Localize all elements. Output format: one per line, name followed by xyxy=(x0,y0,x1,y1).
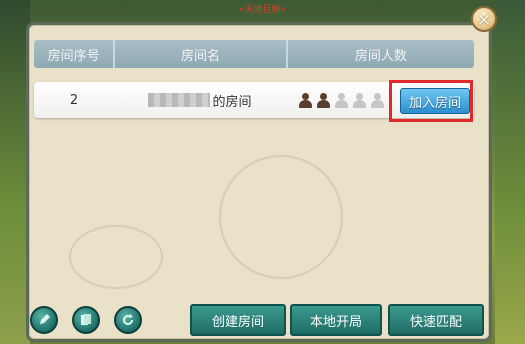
create-room-button[interactable]: 创建房间 xyxy=(190,304,286,336)
table-header: 房间序号 房间名 房间人数 xyxy=(34,40,474,68)
occupant-indicators xyxy=(298,92,385,108)
top-banner: «天池巨蜥» xyxy=(238,5,286,15)
room-number: 2 xyxy=(69,92,79,108)
empty-slot-icon xyxy=(352,92,367,108)
room-name-suffix: 的房间 xyxy=(212,94,252,110)
room-name: 的房间 xyxy=(114,91,286,110)
pen-icon[interactable] xyxy=(30,306,58,334)
redacted-name xyxy=(148,93,211,107)
header-room-number: 房间序号 xyxy=(34,40,116,68)
join-room-button[interactable]: 加入房间 xyxy=(400,88,470,114)
occupant-icon xyxy=(298,92,313,108)
card-icon[interactable] xyxy=(72,306,100,334)
room-list-panel xyxy=(26,22,492,342)
quick-match-button[interactable]: 快速匹配 xyxy=(388,304,484,336)
background-right xyxy=(495,0,525,344)
refresh-icon[interactable] xyxy=(114,306,142,334)
panel-decoration xyxy=(219,155,343,279)
header-room-name: 房间名 xyxy=(115,40,288,68)
panel-decoration xyxy=(69,225,163,289)
local-game-button[interactable]: 本地开局 xyxy=(290,304,382,336)
close-button[interactable]: × xyxy=(471,6,497,32)
occupant-icon xyxy=(316,92,331,108)
empty-slot-icon xyxy=(370,92,385,108)
header-room-occupants: 房间人数 xyxy=(354,48,407,64)
empty-slot-icon xyxy=(334,92,349,108)
